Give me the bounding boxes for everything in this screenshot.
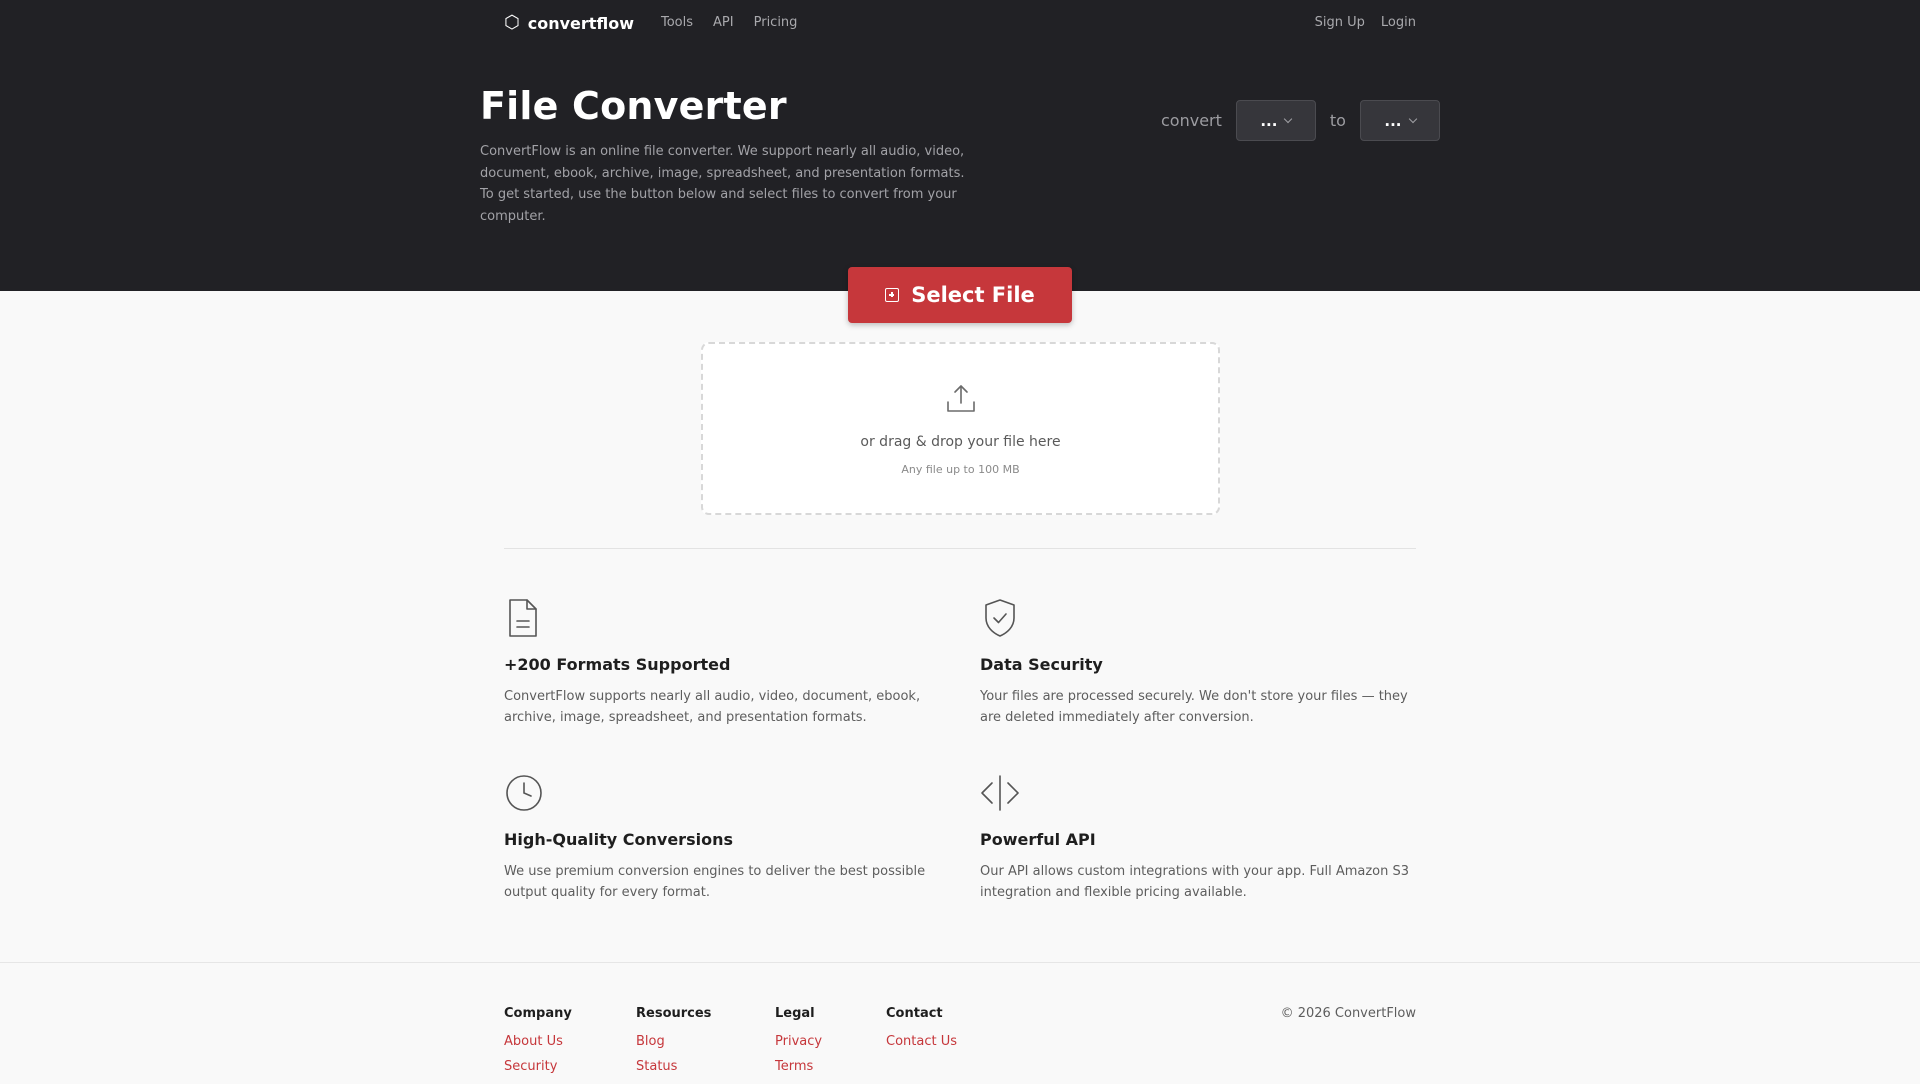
- footer-heading: Legal: [775, 1006, 815, 1021]
- shield-check-icon: [985, 599, 1015, 637]
- footer-link-privacy[interactable]: Privacy: [775, 1034, 822, 1049]
- nav-link-tools[interactable]: Tools: [661, 15, 693, 30]
- from-format-select[interactable]: ...: [1235, 100, 1316, 141]
- hero-description: ConvertFlow is an online file converter.…: [480, 144, 965, 224]
- hexagon-logo-icon: ⬡: [504, 12, 520, 33]
- logo-text: convertflow: [527, 13, 635, 33]
- feature-title: Data Security: [980, 655, 1103, 674]
- to-format-value: ...: [1384, 111, 1402, 130]
- copyright: © 2026 ConvertFlow: [1280, 1006, 1416, 1021]
- format-picker: convert ... to ...: [1161, 100, 1440, 141]
- footer-link-blog[interactable]: Blog: [636, 1034, 711, 1049]
- footer-column-company: Company About Us Security: [504, 1006, 572, 1084]
- from-format-value: ...: [1260, 111, 1278, 130]
- feature-title: +200 Formats Supported: [504, 655, 731, 674]
- select-file-button[interactable]: Select File: [848, 267, 1072, 323]
- to-format-select[interactable]: ...: [1359, 100, 1440, 141]
- feature-text: We use premium conversion engines to del…: [504, 864, 926, 900]
- file-dropzone[interactable]: or drag & drop your file here Any file u…: [701, 342, 1220, 515]
- auth-links: Sign Up Login: [1315, 15, 1416, 30]
- dropzone-size-limit: Any file up to 100 MB: [901, 463, 1020, 476]
- nav-links: Tools API Pricing: [661, 15, 797, 30]
- add-file-icon: [885, 288, 900, 302]
- feature-text: Our API allows custom integrations with …: [980, 864, 1410, 900]
- feature-text: Your files are processed securely. We do…: [980, 689, 1408, 725]
- upload-icon: [947, 385, 975, 412]
- footer-heading: Resources: [636, 1006, 712, 1021]
- login-link[interactable]: Login: [1381, 15, 1416, 30]
- feature-title: Powerful API: [980, 830, 1096, 849]
- footer-heading: Company: [504, 1006, 572, 1021]
- feature-title: High-Quality Conversions: [504, 830, 733, 849]
- footer-link-security[interactable]: Security: [504, 1059, 572, 1074]
- footer-link-about[interactable]: About Us: [504, 1034, 572, 1049]
- section-divider: [504, 548, 1416, 549]
- dropzone-instruction: or drag & drop your file here: [860, 434, 1061, 450]
- chevron-down-icon: [1408, 114, 1417, 124]
- nav-link-pricing[interactable]: Pricing: [754, 15, 798, 30]
- to-label: to: [1329, 111, 1346, 130]
- convert-label: convert: [1161, 111, 1222, 130]
- select-file-label: Select File: [911, 283, 1035, 307]
- footer-heading: Contact: [886, 1006, 943, 1021]
- signup-link[interactable]: Sign Up: [1315, 15, 1365, 30]
- page-title: File Converter: [480, 84, 787, 128]
- feature-text: ConvertFlow supports nearly all audio, v…: [504, 689, 921, 725]
- hero-section: ⬡ convertflow Tools API Pricing Sign Up …: [0, 0, 1920, 291]
- code-icon: [981, 775, 1019, 811]
- footer-link-terms[interactable]: Terms: [775, 1059, 822, 1074]
- nav-link-api[interactable]: API: [713, 15, 734, 30]
- footer-column-resources: Resources Blog Status: [636, 1006, 711, 1084]
- document-icon: [509, 599, 537, 637]
- footer-column-contact: Contact Contact Us: [886, 1006, 957, 1059]
- logo[interactable]: ⬡ convertflow: [504, 13, 634, 33]
- footer-link-contact[interactable]: Contact Us: [886, 1034, 957, 1049]
- footer-column-legal: Legal Privacy Terms: [775, 1006, 822, 1084]
- chevron-down-icon: [1284, 114, 1293, 124]
- clock-icon: [506, 775, 542, 811]
- footer-divider: [0, 962, 1920, 963]
- top-nav: ⬡ convertflow Tools API Pricing Sign Up …: [0, 0, 1920, 46]
- footer-link-status[interactable]: Status: [636, 1059, 711, 1074]
